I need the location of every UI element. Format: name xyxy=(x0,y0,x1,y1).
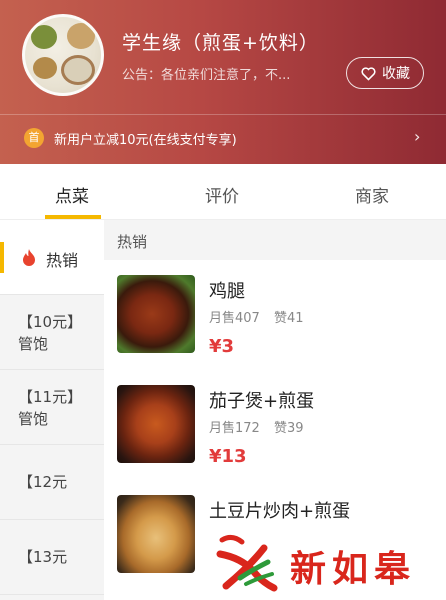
food-image xyxy=(117,385,195,463)
food-image xyxy=(117,275,195,353)
sidebar-item-11yuan[interactable]: 【11元】管饱 xyxy=(0,370,104,445)
sidebar-item-10yuan[interactable]: 【10元】管饱 xyxy=(0,295,104,370)
tab-merchant[interactable]: 商家 xyxy=(355,182,389,207)
favorite-button[interactable]: 收藏 xyxy=(346,57,424,89)
sidebar-item-12yuan[interactable]: 【12元 xyxy=(0,445,104,520)
promo-badge: 首 xyxy=(24,128,44,148)
active-tab-indicator xyxy=(45,215,101,219)
flame-icon xyxy=(23,249,35,266)
section-title: 热销 xyxy=(117,233,148,251)
shop-header: 学生缘（煎蛋+饮料） 公告：各位亲们注意了，不... 收藏 首 新用户立减10元… xyxy=(0,0,446,164)
sidebar-item-13yuan[interactable]: 【13元 xyxy=(0,520,104,595)
menu-item[interactable]: 鸡腿 月售407 赞41 ¥3 xyxy=(104,260,446,370)
promo-banner[interactable]: 首 新用户立减10元(在线支付专享) › xyxy=(0,124,446,152)
sidebar-item-label: 热销 xyxy=(46,251,79,270)
item-stats: 月售172 赞39 xyxy=(209,417,304,436)
chevron-right-icon: › xyxy=(414,127,421,146)
item-stats: 月售407 赞41 xyxy=(209,307,304,326)
sidebar-item-hot[interactable]: 热销 xyxy=(0,220,104,295)
food-image xyxy=(117,495,195,573)
sidebar-item-label: 【13元 xyxy=(18,548,68,566)
shop-notice[interactable]: 公告：各位亲们注意了，不... xyxy=(122,64,290,83)
monthly-sales: 月售407 xyxy=(209,311,260,326)
watermark-logo-icon xyxy=(216,534,278,592)
item-name: 茄子煲+煎蛋 xyxy=(209,391,315,412)
category-sidebar: 热销 【10元】管饱 【11元】管饱 【12元 【13元 xyxy=(0,220,104,600)
likes-count: 赞41 xyxy=(273,311,304,326)
item-name: 鸡腿 xyxy=(209,281,245,302)
sidebar-item-label: 【11元】管饱 xyxy=(18,388,83,428)
sidebar-item-label: 【12元 xyxy=(18,473,68,491)
watermark-text: 新如皋 xyxy=(290,548,417,590)
tab-order[interactable]: 点菜 xyxy=(55,182,89,207)
sidebar-item-label: 【10元】管饱 xyxy=(18,313,83,353)
active-category-indicator xyxy=(0,242,4,273)
item-price: ¥3 xyxy=(209,336,235,357)
item-price: ¥13 xyxy=(209,446,247,467)
tab-reviews[interactable]: 评价 xyxy=(205,182,239,207)
favorite-label: 收藏 xyxy=(382,66,410,82)
header-divider xyxy=(0,114,446,115)
shop-logo xyxy=(22,14,104,96)
menu-item[interactable]: 茄子煲+煎蛋 月售172 赞39 ¥13 xyxy=(104,370,446,480)
likes-count: 赞39 xyxy=(273,421,304,436)
section-header: 热销 xyxy=(104,220,446,260)
promo-text: 新用户立减10元(在线支付专享) xyxy=(54,133,237,148)
watermark: 新如皋 xyxy=(212,532,442,594)
monthly-sales: 月售172 xyxy=(209,421,260,436)
item-name: 土豆片炒肉+煎蛋 xyxy=(209,501,351,522)
shop-title: 学生缘（煎蛋+饮料） xyxy=(122,32,319,54)
tab-bar: 点菜 评价 商家 xyxy=(0,164,446,220)
heart-icon xyxy=(361,66,376,81)
